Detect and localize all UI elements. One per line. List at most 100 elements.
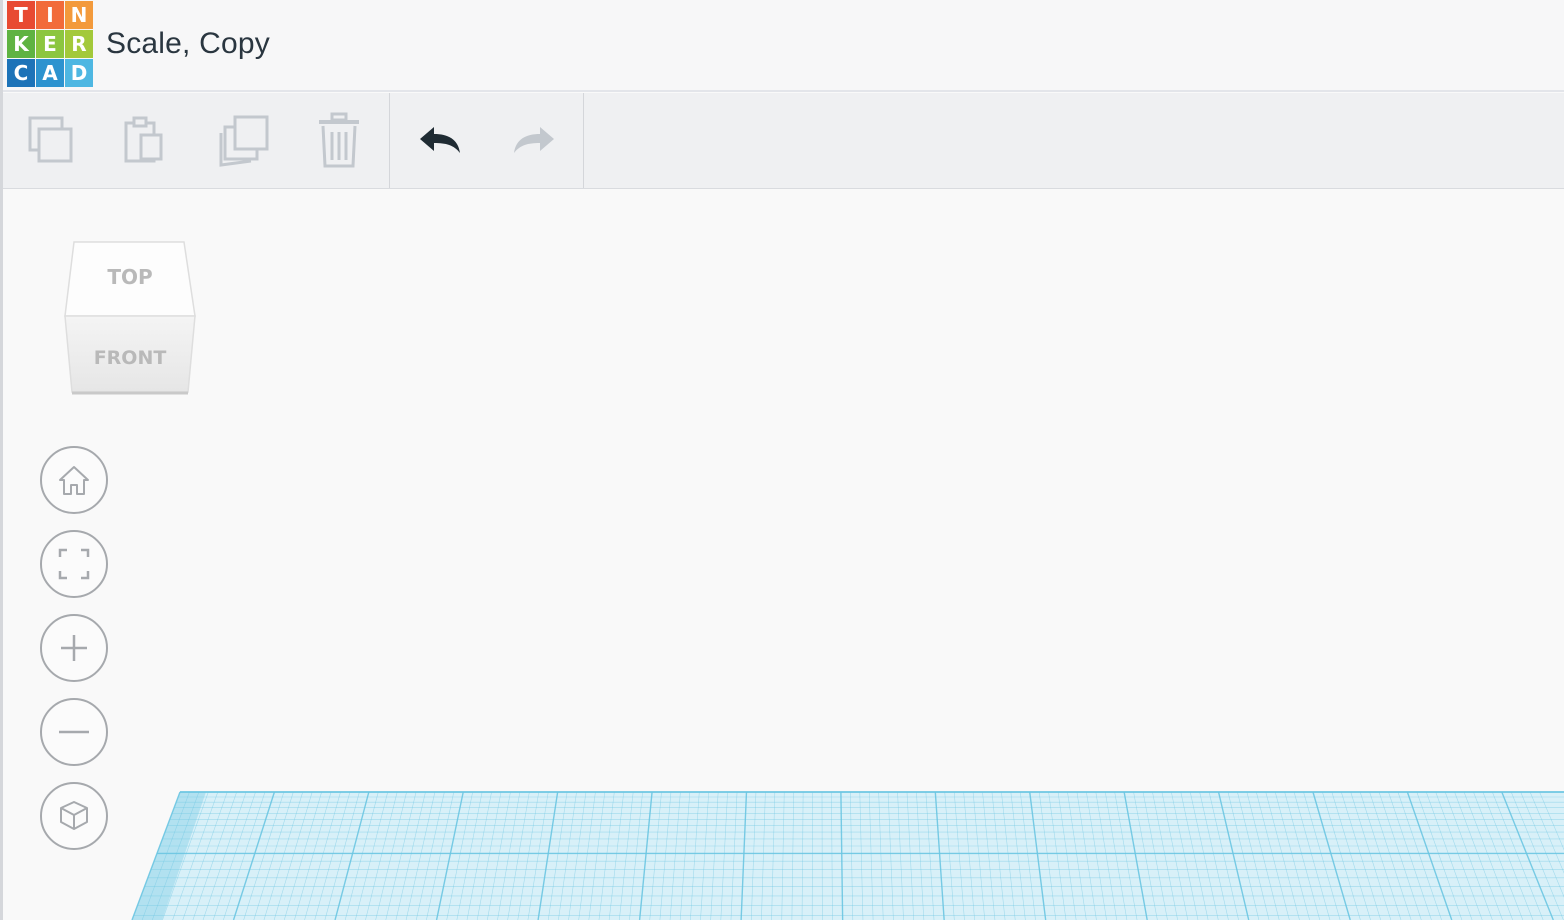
duplicate-button[interactable]	[213, 111, 273, 171]
grid-line-vertical	[1444, 791, 1493, 920]
grid-line-vertical	[887, 791, 894, 920]
tinkercad-logo[interactable]: TIN KER CAD	[7, 1, 95, 87]
grid-line-vertical	[1067, 791, 1087, 920]
home-view-button[interactable]	[40, 446, 108, 514]
grid-line-vertical	[1038, 791, 1057, 920]
grid-line-vertical	[568, 791, 587, 920]
grid-line-vertical	[1397, 791, 1442, 920]
grid-line-vertical	[1208, 791, 1239, 920]
undo-button[interactable]	[410, 111, 470, 171]
grid-line-vertical	[273, 791, 313, 920]
grid-line-vertical	[690, 791, 700, 920]
grid-line-vertical	[953, 791, 965, 920]
logo-tile: E	[36, 30, 64, 58]
grid-line-vertical	[771, 791, 776, 920]
grid-line-vertical	[781, 791, 785, 920]
grid-line-vertical	[944, 791, 955, 920]
grid-line-vertical	[669, 791, 681, 920]
undo-icon	[420, 127, 460, 153]
grid-line-vertical	[1416, 791, 1463, 920]
grid-line-vertical	[446, 791, 473, 920]
fit-view-button[interactable]	[40, 530, 108, 598]
grid-line-vertical	[1246, 791, 1280, 920]
grid-line-vertical	[141, 791, 190, 920]
zoom-in-button[interactable]	[40, 614, 108, 682]
grid-line-vertical	[1217, 791, 1250, 920]
grid-line-vertical	[1123, 791, 1148, 920]
view-cube-front-label: FRONT	[94, 347, 167, 369]
grid-line-vertical	[1322, 791, 1361, 920]
grid-line-vertical	[1274, 791, 1310, 920]
grid-line-vertical	[925, 791, 935, 920]
duplicate-icon	[219, 115, 269, 167]
grid-line-vertical	[897, 791, 904, 920]
grid-line-vertical	[1104, 791, 1128, 920]
grid-line-vertical	[223, 791, 266, 920]
workplane-surface[interactable]	[132, 792, 1564, 920]
grid-line-vertical	[840, 791, 844, 920]
grid-line-vertical	[466, 791, 492, 920]
grid-line-vertical	[253, 791, 294, 920]
grid-line-vertical	[1492, 791, 1544, 920]
grid-line-vertical	[344, 791, 379, 920]
workplane-border	[132, 792, 206, 920]
grid-line-vertical	[476, 791, 502, 920]
trash-icon	[319, 112, 359, 168]
grid-line-vertical	[537, 791, 559, 920]
grid-line-vertical	[791, 791, 794, 920]
paste-button[interactable]	[115, 111, 175, 171]
zoom-out-button[interactable]	[40, 698, 108, 766]
copy-button[interactable]	[21, 111, 81, 171]
copy-icon	[28, 116, 73, 163]
view-cube[interactable]: TOP FRONT	[60, 240, 200, 400]
grid-line-vertical	[182, 791, 228, 920]
logo-tile: R	[65, 30, 93, 58]
grid-line-vertical	[972, 791, 986, 920]
delete-button[interactable]	[309, 111, 369, 171]
grid-line-vertical	[1189, 791, 1219, 920]
grid-line-vertical	[859, 791, 864, 920]
grid-line-vertical	[868, 791, 874, 920]
grid-line-vertical	[638, 791, 653, 920]
grid-line-vertical	[1029, 791, 1047, 920]
logo-tile: T	[7, 1, 35, 29]
cube-icon	[60, 801, 88, 830]
grid-line-vertical	[192, 791, 237, 920]
logo-tile: N	[65, 1, 93, 29]
grid-line-vertical	[212, 791, 256, 920]
grid-line-vertical	[547, 791, 568, 920]
grid-line-vertical	[730, 791, 738, 920]
grid-line-vertical	[1406, 791, 1453, 920]
grid-line-vertical	[1019, 791, 1036, 920]
grid-line-vertical	[487, 791, 511, 920]
window-left-edge	[0, 0, 3, 920]
projection-button[interactable]	[40, 782, 108, 850]
grid-line-vertical	[629, 791, 643, 920]
grid-line-vertical	[1501, 791, 1554, 920]
plus-icon	[61, 635, 87, 661]
grid-line-vertical	[1237, 791, 1270, 920]
grid-line-vertical	[365, 791, 398, 920]
grid-line-vertical	[750, 791, 757, 920]
grid-line-vertical	[456, 791, 483, 920]
grid-line-vertical	[1095, 791, 1118, 920]
grid-line-vertical	[761, 791, 766, 920]
grid-line-vertical	[700, 791, 710, 920]
grid-line-vertical	[334, 791, 370, 920]
grid-line-vertical	[1133, 791, 1158, 920]
grid-line-vertical	[1510, 791, 1564, 920]
grid-line-vertical	[1463, 791, 1513, 920]
grid-line-vertical	[1199, 791, 1229, 920]
grid-line-vertical	[1520, 791, 1564, 898]
document-title[interactable]: Scale, Copy	[106, 27, 270, 61]
grid-line-vertical	[963, 791, 975, 920]
logo-tile: A	[36, 59, 64, 87]
redo-button[interactable]	[504, 111, 564, 171]
grid-line-vertical	[517, 791, 540, 920]
grid-line-vertical	[720, 791, 728, 920]
grid-line-vertical	[426, 791, 455, 920]
grid-line-vertical	[1142, 791, 1168, 920]
grid-line-vertical	[659, 791, 672, 920]
grid-line-vertical	[850, 791, 854, 920]
grid-line-vertical	[294, 791, 332, 920]
